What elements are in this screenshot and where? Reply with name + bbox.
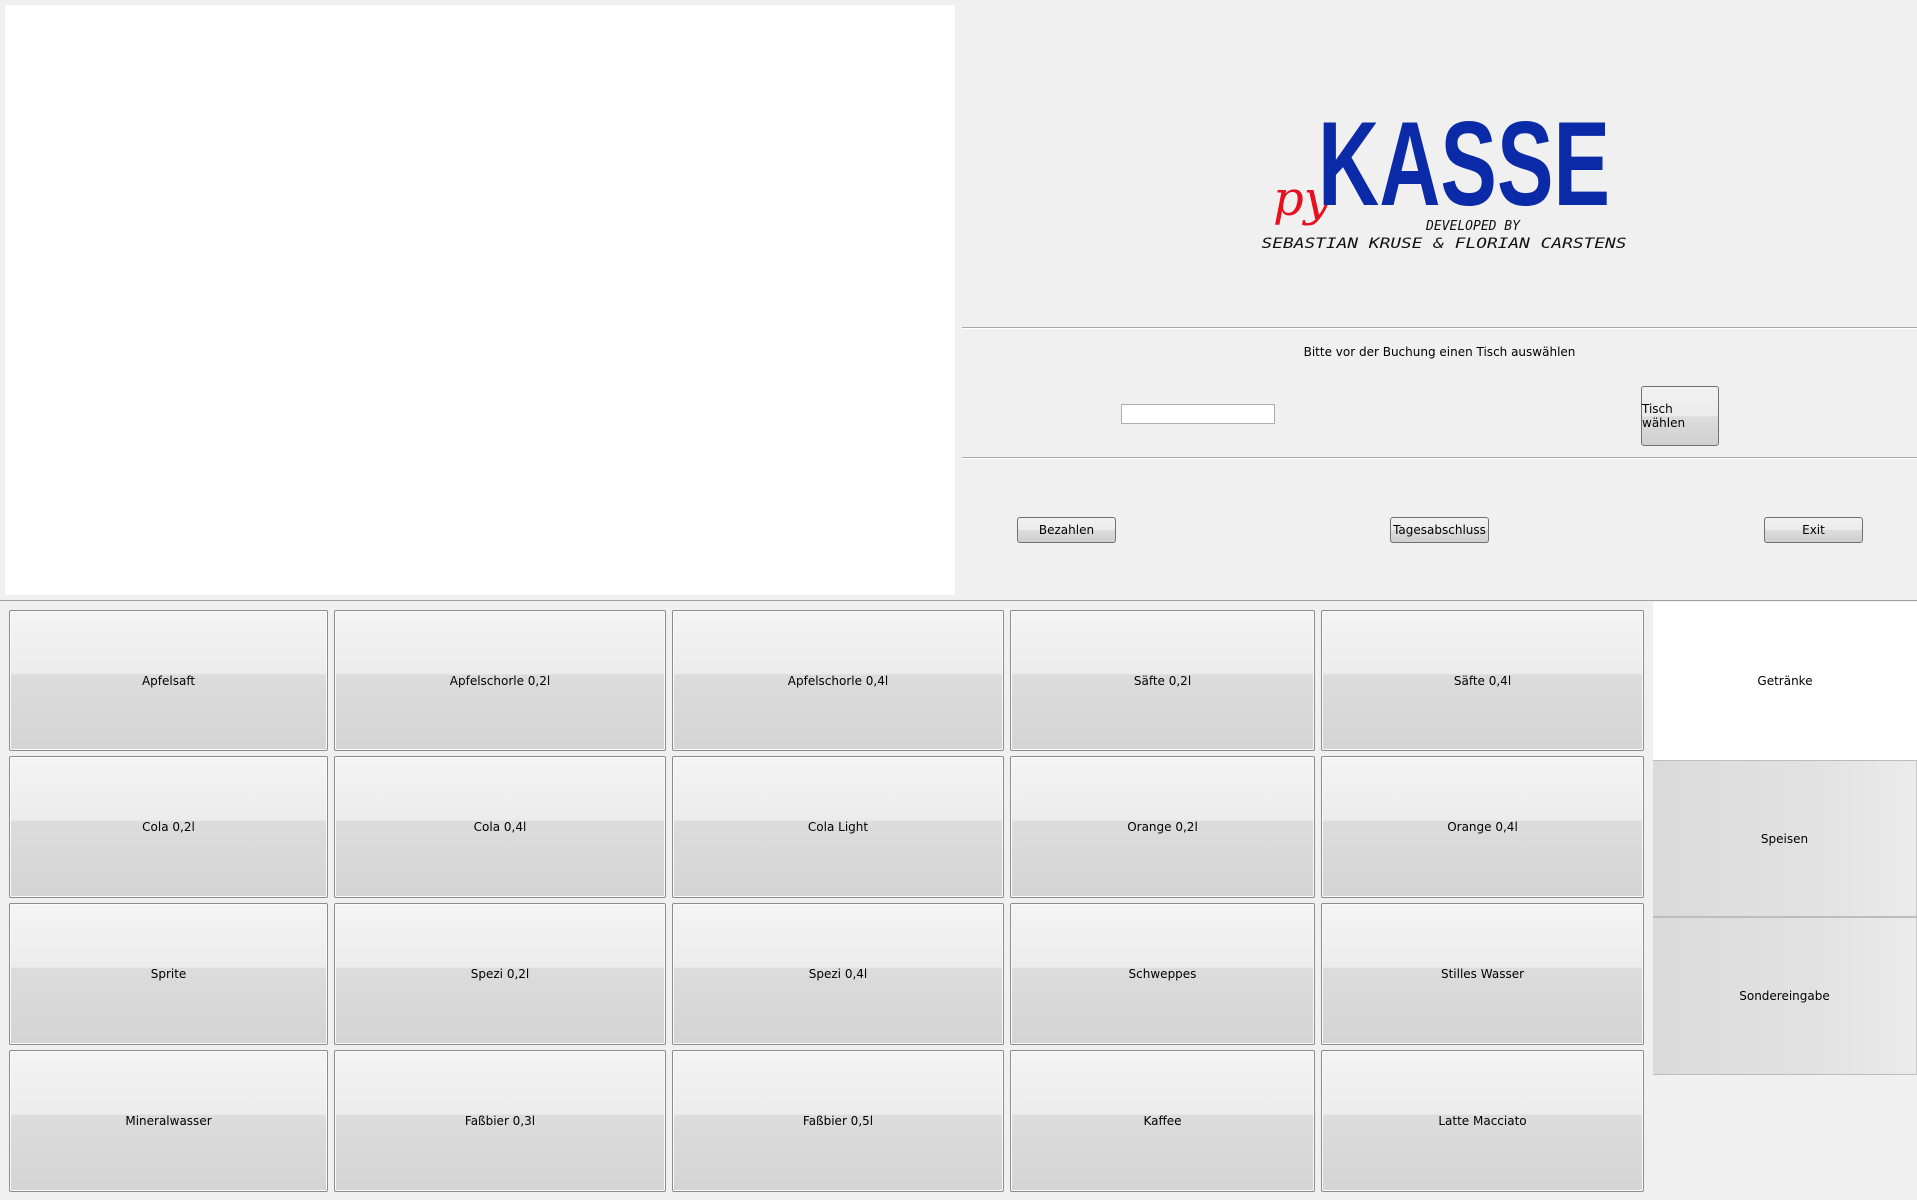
product-button[interactable]: Spezi 0,4l bbox=[672, 903, 1004, 1045]
lower-divider bbox=[0, 600, 1917, 601]
product-button[interactable]: Apfelschorle 0,4l bbox=[672, 610, 1004, 751]
product-grid: Apfelsaft Apfelschorle 0,2l Apfelschorle… bbox=[0, 602, 1650, 1200]
select-table-button[interactable]: Tisch wählen bbox=[1641, 386, 1719, 446]
product-button[interactable]: Orange 0,4l bbox=[1321, 756, 1644, 898]
product-button[interactable]: Cola 0,4l bbox=[334, 756, 666, 898]
product-button[interactable]: Apfelschorle 0,2l bbox=[334, 610, 666, 751]
logo-credit-line1: DEVELOPED BY bbox=[1425, 219, 1521, 234]
logo-credit-line2: SEBASTIAN KRUSE & FLORIAN CARSTENS bbox=[1262, 236, 1627, 252]
table-number-input[interactable] bbox=[1121, 404, 1275, 424]
exit-button[interactable]: Exit bbox=[1764, 517, 1863, 543]
pay-button[interactable]: Bezahlen bbox=[1017, 517, 1116, 543]
tab-getraenke[interactable]: Getränke bbox=[1653, 602, 1917, 760]
product-button[interactable]: Faßbier 0,3l bbox=[334, 1050, 666, 1192]
product-button[interactable]: Cola Light bbox=[672, 756, 1004, 898]
table-select-prompt: Bitte vor der Buchung einen Tisch auswäh… bbox=[1303, 345, 1576, 359]
product-button[interactable]: Orange 0,2l bbox=[1010, 756, 1315, 898]
product-button[interactable]: Apfelsaft bbox=[9, 610, 328, 751]
product-button[interactable]: Kaffee bbox=[1010, 1050, 1315, 1192]
product-button[interactable]: Cola 0,2l bbox=[9, 756, 328, 898]
pykasse-logo: py KASSE DEVELOPED BY SEBASTIAN KRUSE & … bbox=[1262, 108, 1627, 252]
tab-sondereingabe[interactable]: Sondereingabe bbox=[1653, 917, 1917, 1075]
product-button[interactable]: Schweppes bbox=[1010, 903, 1315, 1045]
product-button[interactable]: Faßbier 0,5l bbox=[672, 1050, 1004, 1192]
product-button[interactable]: Säfte 0,2l bbox=[1010, 610, 1315, 751]
daily-close-button[interactable]: Tagesabschluss bbox=[1390, 517, 1489, 543]
order-list[interactable] bbox=[5, 5, 955, 595]
product-button[interactable]: Latte Macciato bbox=[1321, 1050, 1644, 1192]
header-divider bbox=[962, 327, 1917, 329]
product-button[interactable]: Sprite bbox=[9, 903, 328, 1045]
logo-name: KASSE bbox=[1318, 108, 1610, 231]
product-button[interactable]: Spezi 0,2l bbox=[334, 903, 666, 1045]
actions-divider bbox=[962, 457, 1917, 459]
category-tabs: Getränke Speisen Sondereingabe bbox=[1653, 602, 1917, 1200]
product-button[interactable]: Säfte 0,4l bbox=[1321, 610, 1644, 751]
tab-speisen[interactable]: Speisen bbox=[1653, 760, 1917, 917]
logo-wordmark: py KASSE DEVELOPED BY SEBASTIAN KRUSE & … bbox=[1262, 108, 1627, 252]
product-button[interactable]: Stilles Wasser bbox=[1321, 903, 1644, 1045]
product-button[interactable]: Mineralwasser bbox=[9, 1050, 328, 1192]
